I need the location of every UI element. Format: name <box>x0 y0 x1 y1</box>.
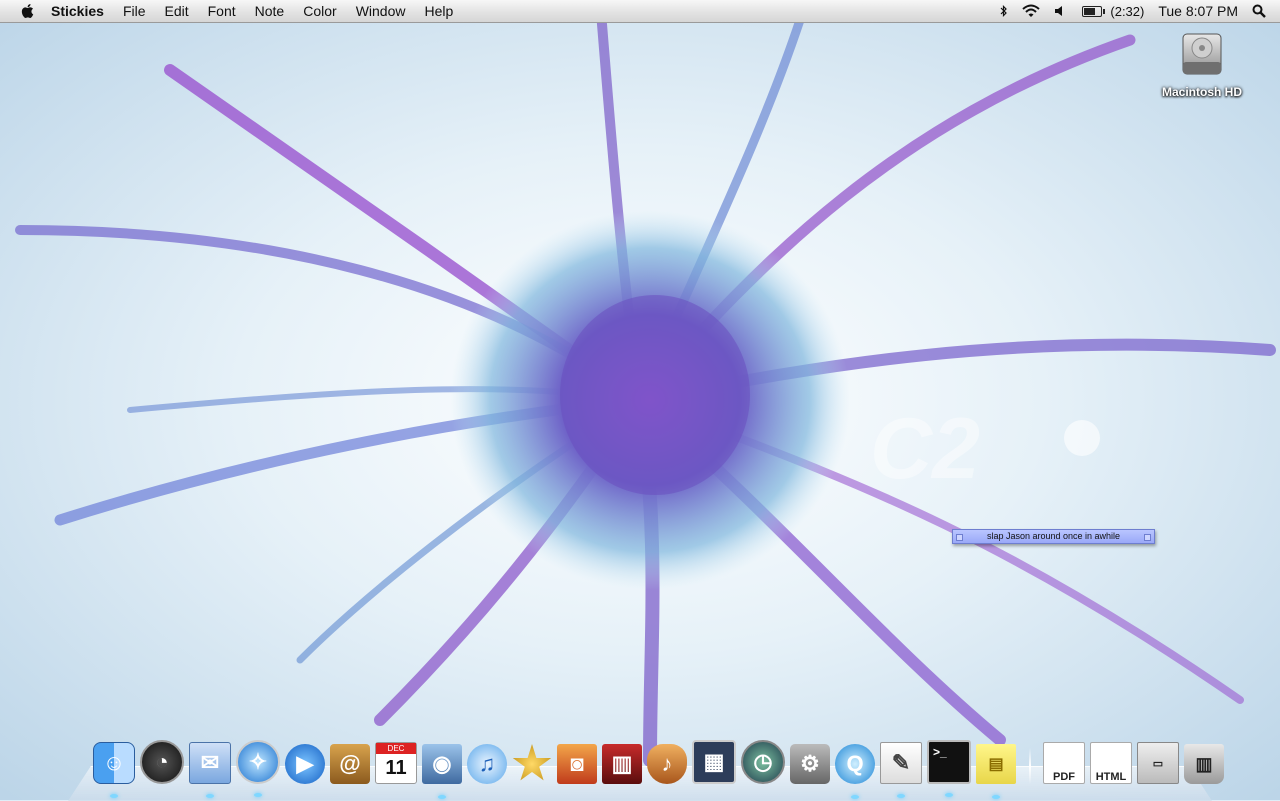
calendar-day: 11 <box>385 757 407 779</box>
garageband-icon[interactable]: ♪ <box>647 744 687 784</box>
textedit-icon[interactable]: ✎ <box>880 742 922 798</box>
eagle-stamp-icon: ✉ <box>200 750 220 775</box>
running-indicator <box>438 795 446 799</box>
quicktime-q-icon: Q <box>846 751 864 776</box>
finder-face-icon: ☺ <box>102 750 126 775</box>
app-menu-stickies[interactable]: Stickies <box>51 3 104 19</box>
running-indicator <box>851 795 859 799</box>
at-sign-icon: @ <box>339 751 361 776</box>
menu-edit[interactable]: Edit <box>165 3 189 19</box>
address-book-icon[interactable]: @ <box>330 744 370 784</box>
html-label: HTML <box>1095 771 1127 783</box>
html-document-icon[interactable]: HTML <box>1090 742 1132 784</box>
itunes-icon[interactable]: ♫ <box>467 744 507 784</box>
macintosh-hd-icon[interactable]: Macintosh HD <box>1150 30 1254 99</box>
pdf-label: PDF <box>1053 771 1075 783</box>
clock-icon: ◷ <box>753 749 773 774</box>
running-indicator <box>897 794 905 798</box>
dock: ☺ ◔ ✉ ✧ ▶ @ DEC 11 ◉ ♫ ◙ ▥ ♪ ▦ ◷ ⚙ Q ✎ >… <box>93 740 1229 799</box>
gauge-icon: ◔ <box>155 749 169 774</box>
status-menus: (2:32) Tue 8:07 PM <box>1000 0 1280 22</box>
running-indicator <box>110 794 118 798</box>
svg-text:C2: C2 <box>870 401 980 497</box>
spotlight-icon[interactable] <box>1252 4 1266 18</box>
imovie-icon[interactable] <box>512 744 552 781</box>
menu-note[interactable]: Note <box>255 3 285 19</box>
volume-icon[interactable] <box>1054 5 1068 17</box>
sticky-close-button[interactable] <box>956 534 963 541</box>
finder-icon[interactable]: ☺ <box>93 742 135 798</box>
battery-time: (2:32) <box>1110 3 1145 19</box>
mail-icon[interactable]: ✉ <box>189 742 231 798</box>
system-preferences-icon[interactable]: ⚙ <box>790 744 830 784</box>
menu-window[interactable]: Window <box>356 3 406 19</box>
video-camera-icon: ▶ <box>296 751 314 776</box>
running-indicator <box>945 793 953 797</box>
ical-icon[interactable]: DEC 11 <box>375 742 417 784</box>
hard-drive-icon <box>1182 33 1222 75</box>
front-row-icon[interactable]: ▥ <box>602 744 642 784</box>
sticky-note[interactable]: slap Jason around once in awhile <box>952 529 1155 544</box>
clock[interactable]: Tue 8:07 PM <box>1158 3 1238 19</box>
trash-icon[interactable]: ▥ <box>1184 744 1224 784</box>
dashboard-icon[interactable]: ◔ <box>140 740 184 784</box>
music-note-icon: ♫ <box>478 751 496 776</box>
running-indicator <box>206 794 214 798</box>
gear-icon: ⚙ <box>800 751 820 776</box>
terminal-icon[interactable]: >_ <box>927 740 971 797</box>
quicktime-icon[interactable]: Q <box>835 744 875 799</box>
desktop-wallpaper: C2 <box>0 0 1280 800</box>
running-indicator <box>992 795 1000 799</box>
pen-icon: ✎ <box>891 750 911 775</box>
trash-can-icon: ▥ <box>1195 753 1213 774</box>
ichat-icon[interactable]: ▶ <box>285 744 325 784</box>
menu-bar: Stickies File Edit Font Note Color Windo… <box>0 0 1280 23</box>
spaces-grid-icon: ▦ <box>703 749 725 774</box>
stickies-icon[interactable]: ▤ <box>976 744 1016 799</box>
spaces-icon[interactable]: ▦ <box>692 740 736 784</box>
screenshot-document-icon[interactable]: ▭ <box>1137 742 1179 784</box>
calendar-month: DEC <box>376 743 416 754</box>
sticky-zoom-button[interactable] <box>1144 534 1151 541</box>
menu-file[interactable]: File <box>123 3 146 19</box>
pdf-document-icon[interactable]: PDF <box>1043 742 1085 784</box>
guitar-icon: ♪ <box>661 751 673 776</box>
safari-icon[interactable]: ✧ <box>236 740 280 797</box>
prompt-icon: >_ <box>933 745 947 759</box>
iphoto-icon[interactable]: ◉ <box>422 744 462 799</box>
macintosh-hd-label: Macintosh HD <box>1161 85 1242 99</box>
curtain-icon: ▥ <box>611 751 633 776</box>
menu-color[interactable]: Color <box>303 3 336 19</box>
apple-logo-icon[interactable] <box>19 2 37 20</box>
wifi-icon[interactable] <box>1022 4 1041 18</box>
photo-camera-icon: ◙ <box>570 751 584 776</box>
battery-icon[interactable]: (2:32) <box>1082 4 1144 19</box>
camera-icon: ◉ <box>432 751 452 776</box>
photo-booth-icon[interactable]: ◙ <box>557 744 597 784</box>
time-machine-icon[interactable]: ◷ <box>741 740 785 784</box>
sticky-note-text[interactable]: slap Jason around once in awhile <box>987 531 1120 541</box>
menu-font[interactable]: Font <box>208 3 236 19</box>
running-indicator <box>254 793 262 797</box>
menu-help[interactable]: Help <box>424 3 453 19</box>
compass-icon: ✧ <box>248 749 268 774</box>
sticky-notes-icon: ▤ <box>988 756 1004 773</box>
image-preview-icon: ▭ <box>1152 757 1164 770</box>
bluetooth-icon[interactable] <box>1000 5 1008 17</box>
dock-separator <box>1029 748 1031 784</box>
